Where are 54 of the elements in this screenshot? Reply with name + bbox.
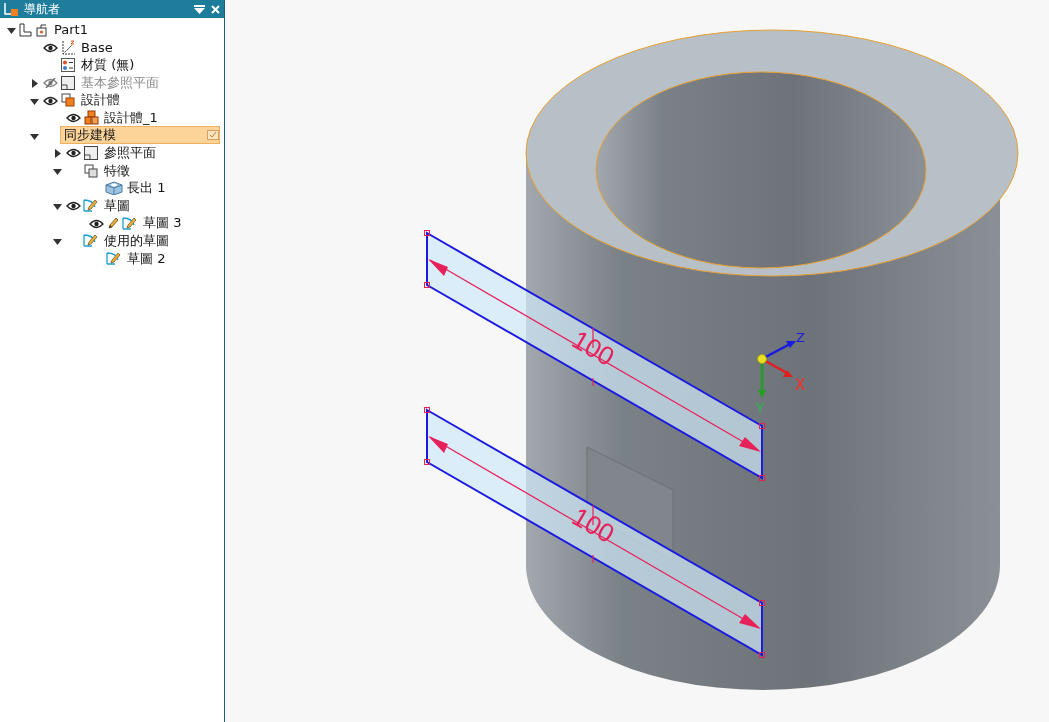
bodies-icon <box>83 110 99 126</box>
x-axis-label: X <box>795 376 806 394</box>
tree-item[interactable]: 使用的草圖 <box>104 231 169 250</box>
dropdown-check-icon[interactable] <box>207 130 219 141</box>
tree-item[interactable]: Base <box>81 39 113 55</box>
sketch-icon <box>106 251 122 266</box>
eye-icon[interactable] <box>65 113 81 124</box>
sketch-icon <box>83 198 99 214</box>
panel-title: 導航者 <box>24 0 61 18</box>
collapse-arrow-icon[interactable] <box>52 202 62 212</box>
tree-item[interactable]: 設計體 <box>81 91 120 110</box>
eye-icon[interactable] <box>65 148 81 159</box>
eye-icon[interactable] <box>65 201 81 212</box>
navigator-icon <box>4 2 18 16</box>
dropdown-icon[interactable] <box>194 4 205 14</box>
expand-arrow-icon[interactable] <box>52 149 62 159</box>
eye-icon[interactable] <box>42 42 58 53</box>
tree-item[interactable]: 同步建模 <box>60 126 220 145</box>
axis-triad-drawing <box>757 341 796 398</box>
tree-item[interactable]: 材質 (無) <box>81 56 135 74</box>
tree-item[interactable]: Part1 <box>54 22 88 38</box>
tree-item[interactable]: 長出 1 <box>127 179 166 198</box>
block-icon <box>105 181 123 196</box>
tree-item[interactable]: 草圖 3 <box>143 214 182 233</box>
part-icon <box>19 22 49 37</box>
material-icon <box>61 58 75 72</box>
collapse-arrow-icon[interactable] <box>52 167 62 177</box>
pencil-icon <box>107 216 119 230</box>
tree-item[interactable]: 參照平面 <box>104 143 156 162</box>
tree-item[interactable]: 設計體_1 <box>104 108 158 127</box>
features-icon <box>84 163 98 178</box>
collapse-arrow-icon[interactable] <box>52 237 62 247</box>
close-icon[interactable] <box>211 4 220 14</box>
axes-icon <box>60 39 76 55</box>
plane-icon <box>84 145 98 160</box>
dimension-label: 100 <box>567 501 620 549</box>
eye-icon[interactable] <box>42 95 58 106</box>
tree-item[interactable]: 草圖 <box>104 196 130 215</box>
tree-item[interactable]: 特徵 <box>104 161 130 180</box>
body-icon <box>61 93 75 108</box>
collapse-arrow-icon[interactable] <box>29 96 39 106</box>
tree-item[interactable]: 草圖 2 <box>127 249 166 268</box>
eye-icon[interactable] <box>88 218 104 229</box>
z-axis-label: Z <box>796 330 805 345</box>
collapse-arrow-icon[interactable] <box>6 26 16 36</box>
eye-slashed-icon[interactable] <box>42 78 58 89</box>
sketch-icon <box>122 215 138 231</box>
sketch-icon <box>83 233 99 249</box>
tree-item[interactable]: 基本參照平面 <box>81 73 159 92</box>
dimension-label: 100 <box>567 324 620 372</box>
y-axis-label: Y <box>756 400 764 415</box>
plane-icon <box>61 75 75 90</box>
expand-arrow-icon[interactable] <box>29 79 39 89</box>
collapse-arrow-icon[interactable] <box>29 131 39 141</box>
